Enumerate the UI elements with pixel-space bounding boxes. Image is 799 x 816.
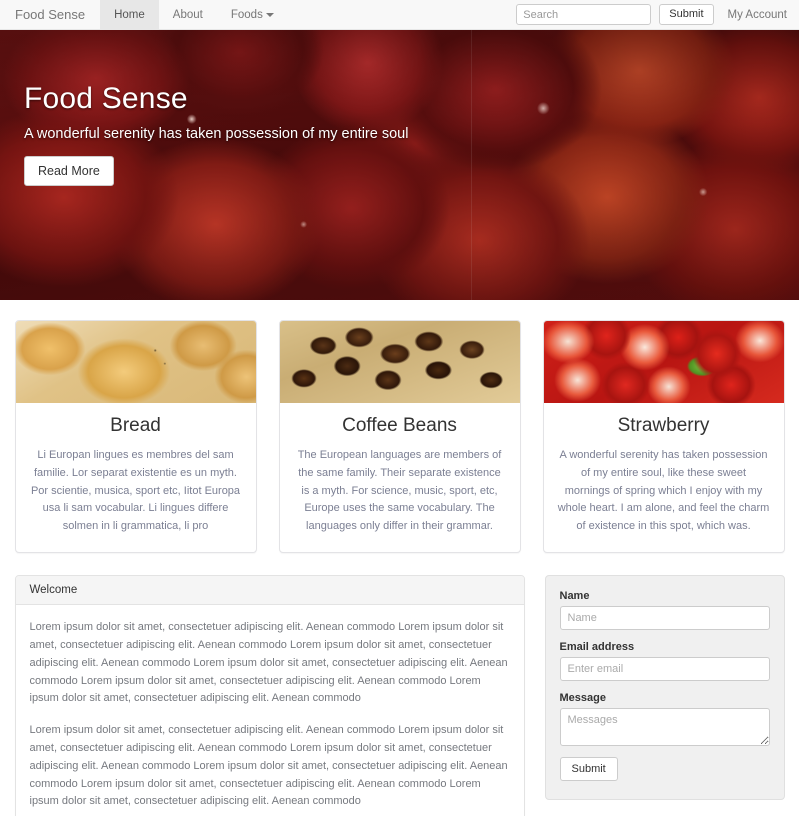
navbar-right-group: Submit My Account [516, 0, 799, 29]
navbar-links: Home About Foods [100, 0, 288, 29]
bread-photo-image [15, 321, 256, 403]
search-submit-button[interactable]: Submit [659, 4, 714, 25]
hero-image-seam [471, 30, 473, 300]
welcome-paragraph-1: Lorem ipsum dolor sit amet, consectetuer… [29, 621, 508, 705]
feature-card-row: Bread Li Europan lingues es membres del … [14, 300, 785, 554]
nav-link-about-label: About [172, 8, 203, 21]
card-strawberry-body: Strawberry A wonderful serenity has take… [544, 403, 784, 552]
name-label: Name [559, 590, 590, 603]
name-input[interactable] [559, 606, 770, 631]
nav-link-foods[interactable]: Foods [217, 0, 288, 29]
message-field-group: Message [559, 692, 770, 747]
email-input[interactable] [559, 657, 770, 682]
hero-banner: Food Sense A wonderful serenity has take… [0, 30, 799, 300]
welcome-panel-heading: Welcome [15, 576, 524, 606]
hero-subtitle: A wonderful serenity has taken possessio… [24, 126, 409, 142]
card-coffee-beans-title: Coffee Beans [342, 415, 457, 436]
chevron-down-icon [265, 12, 274, 17]
search-input[interactable] [516, 4, 652, 25]
strawberry-photo-image [543, 321, 784, 403]
nav-link-foods-label: Foods [230, 8, 263, 21]
coffee-beans-photo-image [279, 321, 520, 403]
email-label: Email address [559, 641, 635, 654]
card-bread-body: Bread Li Europan lingues es membres del … [16, 403, 256, 552]
main-navbar: Food Sense Home About Foods Submit My Ac… [0, 0, 799, 30]
card-coffee-beans[interactable]: Coffee Beans The European languages are … [278, 320, 521, 554]
read-more-button[interactable]: Read More [24, 156, 114, 186]
name-field-group: Name [559, 590, 770, 631]
card-coffee-beans-text: The European languages are members of th… [297, 449, 502, 533]
hero-title: Food Sense [24, 82, 188, 115]
card-coffee-beans-body: Coffee Beans The European languages are … [280, 403, 520, 552]
lower-content-row: Welcome Lorem ipsum dolor sit amet, cons… [14, 553, 785, 816]
card-strawberry-title: Strawberry [617, 415, 710, 436]
message-label: Message [559, 692, 606, 705]
nav-link-about[interactable]: About [159, 0, 217, 29]
message-textarea[interactable] [559, 708, 770, 747]
nav-link-home-label: Home [114, 8, 145, 21]
contact-submit-button[interactable]: Submit [559, 757, 618, 782]
card-strawberry-text: A wonderful serenity has taken possessio… [557, 449, 770, 533]
card-strawberry[interactable]: Strawberry A wonderful serenity has take… [542, 320, 785, 554]
welcome-panel-body: Lorem ipsum dolor sit amet, consectetuer… [16, 605, 524, 816]
hero-caption: Food Sense A wonderful serenity has take… [24, 82, 408, 186]
navbar-brand[interactable]: Food Sense [0, 0, 100, 29]
welcome-panel: Welcome Lorem ipsum dolor sit amet, cons… [14, 575, 525, 816]
email-field-group: Email address [559, 641, 770, 682]
card-bread[interactable]: Bread Li Europan lingues es membres del … [14, 320, 257, 554]
welcome-paragraph-2: Lorem ipsum dolor sit amet, consectetuer… [29, 724, 508, 808]
card-bread-title: Bread [110, 415, 161, 436]
nav-link-home[interactable]: Home [100, 0, 159, 29]
my-account-link[interactable]: My Account [722, 9, 787, 21]
page-container: Bread Li Europan lingues es membres del … [14, 300, 785, 816]
contact-form: Name Email address Message Submit [544, 575, 785, 801]
card-bread-text: Li Europan lingues es membres del sam fa… [30, 449, 241, 533]
